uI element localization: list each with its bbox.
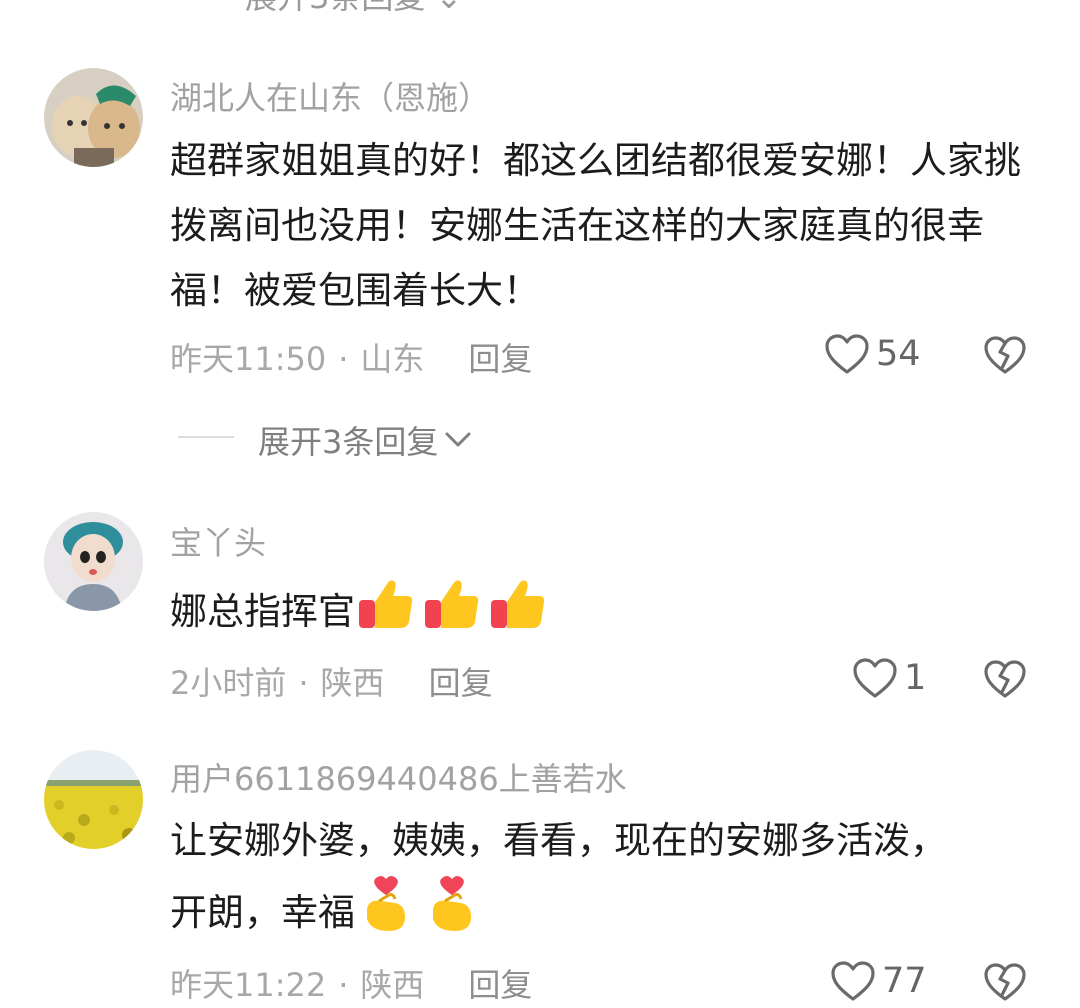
location: 陕西 (360, 966, 425, 1004)
expand-divider (178, 436, 234, 438)
comment-text-line: 让安娜外婆，姨姨，看看，现在的安娜多活泼， (170, 819, 947, 862)
reply-button[interactable]: 回复 (429, 664, 493, 702)
username[interactable]: 用户6611869440486上善若水 (170, 754, 627, 800)
broken-heart-icon (984, 660, 1026, 698)
dislike-button[interactable] (983, 659, 1027, 699)
chevron-down-icon (445, 432, 471, 447)
location: 陕西 (320, 664, 385, 702)
two-cats-avatar-icon (44, 68, 143, 167)
comment-meta: 昨天11:50 · 山东 回复 (170, 334, 532, 380)
like-count: 77 (882, 961, 927, 1001)
doll-avatar-icon (44, 512, 143, 611)
top-expand-label: 展开3条回复 (245, 0, 425, 16)
location: 山东 (360, 340, 425, 378)
timestamp: 昨天11:50 (170, 340, 327, 378)
heart-icon (853, 658, 897, 698)
timestamp: 2小时前 (170, 664, 287, 702)
reply-button[interactable]: 回复 (468, 966, 532, 1004)
comment-text: 让安娜外婆，姨姨，看看，现在的安娜多活泼， 开朗，幸福 (170, 808, 1040, 945)
comment-text: 超群家姐姐真的好！都这么团结都很爱安娜！人家挑拨离间也没用！安娜生活在这样的大家… (170, 139, 1021, 312)
username[interactable]: 宝丫头 (170, 518, 266, 564)
avatar[interactable] (44, 68, 143, 167)
thumbs-up-icon (421, 572, 483, 634)
comment-text-body: 娜总指挥官 (170, 590, 355, 633)
broken-heart-icon (984, 336, 1026, 374)
like-count: 1 (904, 658, 927, 698)
heart-icon (831, 961, 875, 1001)
comment-text-line-2: 开朗，幸福 (170, 873, 1040, 945)
rapeseed-field-avatar-icon (44, 750, 143, 849)
reply-button[interactable]: 回复 (468, 340, 532, 378)
timestamp: 昨天11:22 (170, 966, 327, 1004)
thumbs-up-icon (487, 572, 549, 634)
separator-dot: · (338, 340, 349, 378)
avatar[interactable] (44, 750, 143, 849)
expand-replies-button[interactable]: 展开3条回复 (258, 417, 472, 463)
chevron-down-icon: ⌄ (436, 0, 463, 16)
like-button[interactable]: 1 (852, 657, 926, 699)
separator-dot: · (338, 966, 349, 1004)
like-button[interactable]: 77 (830, 960, 927, 1002)
expand-label: 展开3条回复 (258, 423, 439, 461)
dislike-button[interactable] (983, 335, 1027, 375)
finger-heart-icon (421, 873, 483, 935)
avatar[interactable] (44, 512, 143, 611)
dislike-button[interactable] (983, 962, 1027, 1002)
comment-meta: 昨天11:22 · 陕西 回复 (170, 960, 532, 1006)
broken-heart-icon (984, 963, 1026, 1001)
comment-text-body: 开朗，幸福 (170, 891, 355, 934)
thumbs-up-icon (355, 572, 417, 634)
comment-meta: 2小时前 · 陕西 回复 (170, 658, 493, 704)
separator-dot: · (298, 664, 309, 702)
top-expand-replies[interactable]: 展开3条回复 ⌄ (245, 0, 462, 18)
heart-icon (825, 334, 869, 374)
username[interactable]: 湖北人在山东（恩施） (170, 73, 490, 119)
finger-heart-icon (355, 873, 417, 935)
comment-text: 娜总指挥官 (170, 572, 1040, 644)
like-button[interactable]: 54 (824, 333, 921, 375)
like-count: 54 (876, 334, 921, 374)
